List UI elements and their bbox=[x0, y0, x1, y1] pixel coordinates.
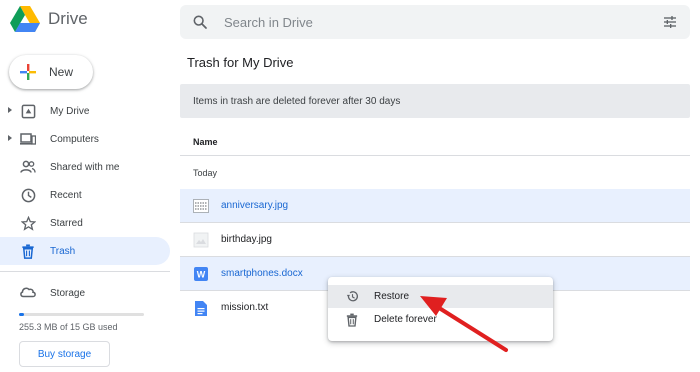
search-options-icon[interactable] bbox=[662, 14, 678, 30]
context-menu: Restore Delete forever bbox=[328, 277, 553, 341]
svg-text:W: W bbox=[197, 270, 206, 280]
menu-item-label: Delete forever bbox=[374, 314, 437, 325]
file-name: birthday.jpg bbox=[221, 234, 272, 245]
image-file-icon bbox=[193, 198, 209, 214]
search-icon[interactable] bbox=[192, 14, 208, 30]
search-bar[interactable] bbox=[180, 5, 690, 39]
sidebar-divider bbox=[0, 271, 170, 272]
file-name: mission.txt bbox=[221, 302, 269, 313]
plus-icon bbox=[19, 63, 37, 81]
clock-icon bbox=[20, 187, 36, 203]
cloud-icon bbox=[19, 285, 37, 298]
page-title: Trash for My Drive bbox=[187, 55, 294, 70]
sidebar-item-my-drive[interactable]: My Drive bbox=[0, 97, 170, 125]
storage-progress-bar bbox=[19, 313, 144, 316]
sidebar-item-recent[interactable]: Recent bbox=[0, 181, 170, 209]
sidebar-item-label: Starred bbox=[50, 218, 83, 229]
column-header-name[interactable]: Name bbox=[193, 137, 218, 147]
sidebar-item-label: My Drive bbox=[50, 106, 90, 117]
sidebar-item-storage[interactable]: Storage bbox=[0, 282, 170, 304]
storage-progress-fill bbox=[19, 313, 24, 316]
menu-item-label: Restore bbox=[374, 291, 410, 302]
trash-icon bbox=[346, 313, 358, 327]
sidebar-item-label: Trash bbox=[50, 246, 76, 257]
sidebar-item-label: Recent bbox=[50, 190, 82, 201]
expand-caret-icon[interactable] bbox=[8, 135, 12, 141]
drive-app: Drive New bbox=[0, 0, 700, 372]
sidebar-nav: My Drive Computers Shared with me Recent bbox=[0, 97, 170, 265]
computers-icon bbox=[20, 131, 36, 147]
sidebar-item-shared[interactable]: Shared with me bbox=[0, 153, 170, 181]
menu-item-restore[interactable]: Restore bbox=[328, 285, 553, 308]
drive-logo-icon bbox=[10, 6, 40, 32]
trash-icon bbox=[20, 243, 36, 259]
file-row[interactable]: anniversary.jpg bbox=[180, 189, 690, 222]
sidebar-item-label: Computers bbox=[50, 134, 99, 145]
word-doc-icon: W bbox=[193, 266, 209, 282]
group-label-today: Today bbox=[193, 168, 218, 178]
sidebar-item-computers[interactable]: Computers bbox=[0, 125, 170, 153]
header-divider bbox=[180, 155, 690, 156]
sidebar-item-label: Shared with me bbox=[50, 162, 120, 173]
new-button-label: New bbox=[49, 65, 74, 79]
file-name: smartphones.docx bbox=[221, 268, 303, 279]
star-icon bbox=[20, 215, 36, 231]
restore-icon bbox=[346, 290, 359, 303]
text-file-icon bbox=[193, 300, 209, 316]
menu-item-delete-forever[interactable]: Delete forever bbox=[328, 308, 553, 331]
expand-caret-icon[interactable] bbox=[8, 107, 12, 113]
trash-info-banner: Items in trash are deleted forever after… bbox=[180, 84, 690, 118]
file-name: anniversary.jpg bbox=[221, 200, 289, 211]
my-drive-icon bbox=[20, 103, 36, 119]
buy-storage-button[interactable]: Buy storage bbox=[19, 341, 110, 367]
shared-icon bbox=[20, 159, 36, 175]
image-file-icon bbox=[193, 232, 209, 248]
app-title: Drive bbox=[48, 9, 88, 28]
search-input[interactable] bbox=[224, 14, 644, 30]
drive-logo[interactable]: Drive bbox=[10, 6, 88, 32]
storage-label: Storage bbox=[50, 288, 86, 299]
file-row[interactable]: birthday.jpg bbox=[180, 223, 690, 256]
sidebar-item-trash[interactable]: Trash bbox=[0, 237, 170, 265]
new-button[interactable]: New bbox=[9, 55, 93, 89]
sidebar-item-starred[interactable]: Starred bbox=[0, 209, 170, 237]
storage-used-text: 255.3 MB of 15 GB used bbox=[19, 322, 118, 332]
